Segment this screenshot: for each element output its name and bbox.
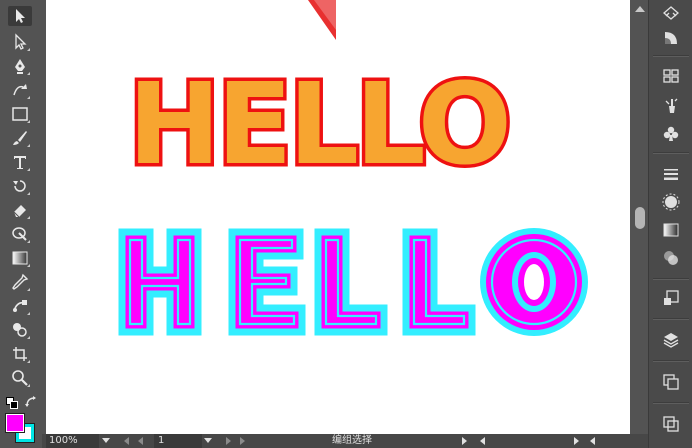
- fill-color-swatch[interactable]: [5, 413, 25, 433]
- color-icon: [665, 32, 677, 44]
- right-panel-dock: [648, 0, 692, 448]
- scrollbar-thumb[interactable]: [635, 207, 645, 229]
- flyout-indicator: [27, 144, 30, 147]
- flyout-indicator: [27, 360, 30, 363]
- flyout-indicator: [27, 48, 30, 51]
- scroll-left-icon[interactable]: [480, 437, 485, 445]
- default-colors-icon: [6, 397, 18, 409]
- first-artboard-icon[interactable]: [124, 437, 129, 445]
- zoom-level-value: 100%: [49, 435, 78, 446]
- pen-tool[interactable]: [8, 56, 32, 76]
- swatches-button[interactable]: [661, 66, 681, 86]
- asset-export-button[interactable]: [661, 288, 681, 308]
- transparency-button[interactable]: [661, 248, 681, 268]
- blend-tool[interactable]: [8, 296, 32, 316]
- paintbrush-tool[interactable]: [8, 128, 32, 148]
- selection-tool[interactable]: [8, 6, 32, 26]
- hello-letter-h: [118, 228, 202, 336]
- default-colors-button[interactable]: [6, 394, 18, 409]
- brushes-button[interactable]: [661, 96, 681, 116]
- artboards-icon: [663, 374, 679, 390]
- status-bar: 100% 1 编组选择: [42, 434, 648, 448]
- flyout-indicator: [27, 216, 30, 219]
- artboard[interactable]: HELLO: [46, 0, 630, 434]
- flyout-indicator: [27, 72, 30, 75]
- scroll-up-icon[interactable]: [635, 6, 645, 12]
- appearance-icon: [662, 193, 680, 211]
- flyout-indicator: [27, 336, 30, 339]
- eyedropper-tool[interactable]: [8, 272, 32, 292]
- artboard-number-field[interactable]: 1: [154, 434, 202, 448]
- layers-button[interactable]: [661, 330, 681, 350]
- curvature-tool[interactable]: [8, 80, 32, 100]
- rectangle-tool[interactable]: [8, 104, 32, 124]
- color-guide-icon: [663, 6, 679, 20]
- stroke-icon: [664, 169, 678, 180]
- artboards-button[interactable]: [661, 372, 681, 392]
- hello-letter-l-2: [402, 228, 476, 336]
- brushes-icon: [665, 98, 678, 113]
- color-guide-button[interactable]: [661, 3, 681, 23]
- zoom-level-field[interactable]: 100%: [46, 434, 99, 448]
- hello-letter-l-1: [314, 228, 388, 336]
- flyout-indicator: [27, 96, 30, 99]
- swap-colors-icon: [25, 396, 36, 407]
- type-tool[interactable]: [8, 152, 32, 172]
- appearance-button[interactable]: [661, 192, 681, 212]
- scroll-right-icon[interactable]: [574, 437, 579, 445]
- tools-panel: [0, 0, 42, 448]
- hello-letter-o: [480, 228, 588, 336]
- artwork-canvas: HELLO: [118, 0, 588, 336]
- flyout-indicator: [27, 312, 30, 315]
- swatches-icon: [663, 69, 679, 83]
- symbols-icon: [663, 126, 679, 141]
- zoom-tool[interactable]: [8, 368, 32, 388]
- status-menu-icon[interactable]: [462, 437, 467, 445]
- gradient-icon: [663, 223, 679, 237]
- hello-letter-e: [228, 228, 306, 336]
- gradient-button[interactable]: [661, 220, 681, 240]
- last-artboard-icon[interactable]: [240, 437, 245, 445]
- flyout-indicator: [27, 288, 30, 291]
- zoom-dropdown-icon[interactable]: [102, 438, 110, 443]
- warp-tool[interactable]: [8, 224, 32, 244]
- shape-builder-tool[interactable]: [8, 320, 32, 340]
- current-tool-label: 编组选择: [332, 435, 372, 446]
- previous-artboard-icon[interactable]: [138, 437, 143, 445]
- libraries-button[interactable]: [661, 414, 681, 434]
- swap-colors-button[interactable]: [24, 394, 38, 408]
- direct-selection-tool[interactable]: [8, 32, 32, 52]
- vertical-scrollbar[interactable]: [632, 0, 648, 448]
- artboard-dropdown-icon[interactable]: [204, 438, 212, 443]
- next-artboard-icon[interactable]: [226, 437, 231, 445]
- hello-magenta-group[interactable]: [118, 228, 588, 336]
- flyout-indicator: [27, 168, 30, 171]
- selection-tool-icon: [16, 9, 25, 23]
- flyout-indicator: [27, 384, 30, 387]
- flyout-indicator: [27, 192, 30, 195]
- artboard-number-value: 1: [158, 435, 165, 446]
- rotate-tool[interactable]: [8, 176, 32, 196]
- color-button[interactable]: [661, 28, 681, 48]
- flyout-indicator: [27, 120, 30, 123]
- flyout-indicator: [27, 264, 30, 267]
- flyout-indicator: [27, 240, 30, 243]
- symbols-button[interactable]: [661, 124, 681, 144]
- hello-orange-text[interactable]: HELLO: [125, 57, 516, 194]
- scroll-left-end-icon[interactable]: [590, 437, 595, 445]
- transparency-icon: [664, 251, 678, 265]
- asset-export-icon: [664, 290, 679, 305]
- gradient-tool[interactable]: [8, 248, 32, 268]
- libraries-icon: [663, 416, 679, 432]
- artboard-tool[interactable]: [8, 344, 32, 364]
- stroke-button[interactable]: [661, 164, 681, 184]
- eraser-tool[interactable]: [8, 200, 32, 220]
- layers-icon: [663, 333, 679, 348]
